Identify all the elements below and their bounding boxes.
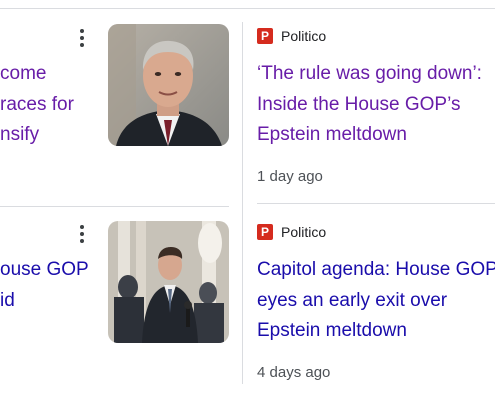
man-portrait-image	[108, 24, 229, 146]
news-source: P Politico	[257, 222, 326, 242]
news-headline-line[interactable]: ‘The rule was going down’:	[257, 58, 495, 91]
news-headline-line[interactable]: nsify	[0, 119, 39, 151]
news-source: P Politico	[257, 26, 326, 46]
news-headline-line[interactable]: Inside the House GOP’s	[257, 89, 495, 122]
politico-logo: P	[257, 28, 273, 44]
politico-logo: P	[257, 224, 273, 240]
published-time: 4 days ago	[257, 364, 331, 381]
news-headline-line[interactable]: id	[0, 285, 15, 317]
right-row-divider	[257, 203, 495, 204]
news-thumbnail[interactable]	[108, 221, 229, 343]
more-vert-icon[interactable]	[70, 24, 94, 52]
news-headline-line[interactable]: races for	[0, 89, 74, 121]
more-vert-icon[interactable]	[70, 220, 94, 248]
news-headline-line[interactable]: come	[0, 58, 46, 90]
source-name: Politico	[281, 28, 327, 44]
news-results-page: come races for nsify ouse GOP id P Polit…	[0, 0, 495, 400]
press-scene-image	[108, 221, 229, 343]
news-headline-line[interactable]: Epstein meltdown	[257, 119, 495, 152]
column-divider	[242, 22, 243, 384]
news-thumbnail[interactable]	[108, 24, 229, 146]
published-time: 1 day ago	[257, 168, 323, 185]
news-headline-line[interactable]: Epstein meltdown	[257, 315, 495, 348]
news-headline-line[interactable]: eyes an early exit over	[257, 285, 495, 318]
left-row-divider	[0, 206, 229, 207]
top-divider	[0, 8, 495, 9]
news-headline-line[interactable]: Capitol agenda: House GOP	[257, 254, 495, 287]
news-headline-line[interactable]: ouse GOP	[0, 254, 89, 286]
source-name: Politico	[281, 224, 327, 240]
